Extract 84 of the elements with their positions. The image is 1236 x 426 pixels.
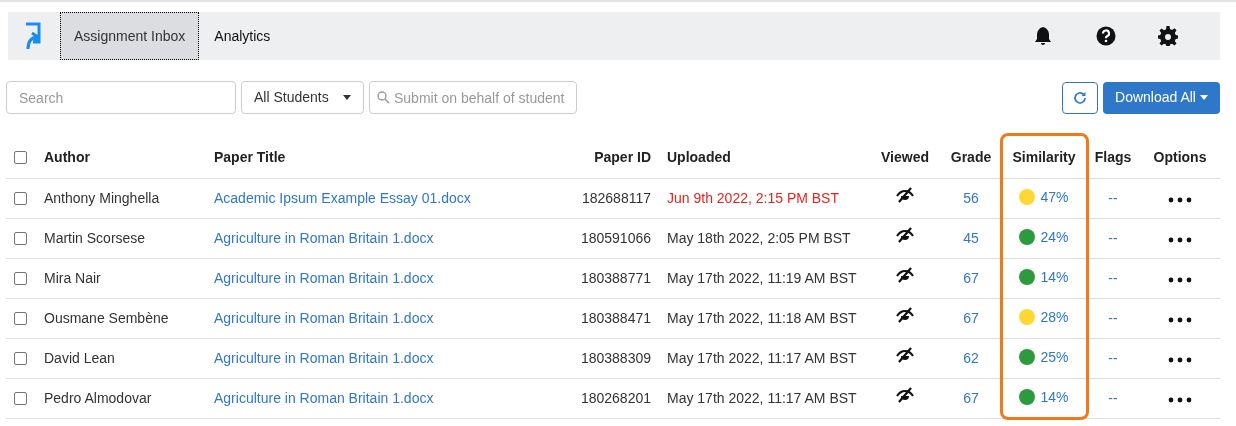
- column-header[interactable]: Viewed: [881, 149, 929, 166]
- paper-title-link[interactable]: Agriculture in Roman Britain 1.docx: [214, 269, 434, 286]
- notification-bell-icon[interactable]: [1033, 26, 1053, 46]
- upload-date: May 17th 2022, 11:19 AM BST: [667, 269, 857, 286]
- upload-date: May 17th 2022, 11:17 AM BST: [667, 349, 857, 366]
- eye-slash-icon: [896, 387, 914, 403]
- paper-id: 180388771: [580, 269, 651, 286]
- paper-title-link[interactable]: Agriculture in Roman Britain 1.docx: [214, 389, 434, 406]
- eye-slash-icon: [896, 347, 914, 363]
- settings-icon[interactable]: [1158, 26, 1178, 46]
- paper-title-link[interactable]: Agriculture in Roman Britain 1.docx: [214, 229, 434, 246]
- nav-tab[interactable]: Assignment Inbox: [60, 12, 200, 60]
- upload-date: May 18th 2022, 2:05 PM BST: [667, 229, 851, 246]
- similarity-link[interactable]: 14%: [1040, 386, 1069, 408]
- paper-title-link[interactable]: Agriculture in Roman Britain 1.docx: [214, 309, 434, 326]
- upload-date: May 17th 2022, 11:18 AM BST: [667, 309, 857, 326]
- grade-link[interactable]: 45: [963, 229, 979, 246]
- grade-link[interactable]: 67: [963, 269, 979, 286]
- search-field[interactable]: Search: [6, 81, 236, 114]
- author-name: David Lean: [44, 349, 115, 366]
- eye-slash-icon: [896, 307, 914, 323]
- paper-id: 180591066: [580, 229, 651, 246]
- nav-tab[interactable]: Analytics: [199, 12, 286, 60]
- author-name: Pedro Almodovar: [44, 389, 152, 406]
- similarity-link[interactable]: 24%: [1040, 226, 1069, 248]
- checkbox[interactable]: [14, 351, 27, 365]
- flags-value: --: [1108, 189, 1118, 206]
- column-header[interactable]: Similarity: [1012, 149, 1076, 166]
- more-options-icon[interactable]: [1168, 316, 1192, 323]
- column-header[interactable]: Uploaded: [667, 149, 731, 166]
- eye-slash-icon: [896, 187, 914, 203]
- author-name: Martin Scorsese: [44, 229, 146, 246]
- paper-id: 180388309: [580, 349, 651, 366]
- column-header[interactable]: Flags: [1094, 149, 1132, 166]
- column-header[interactable]: Paper ID: [594, 149, 651, 166]
- paper-title-link[interactable]: Agriculture in Roman Britain 1.docx: [214, 349, 434, 366]
- caret-icon: [343, 95, 351, 100]
- column-header[interactable]: Grade: [950, 149, 992, 166]
- checkbox[interactable]: [14, 151, 27, 165]
- author-name: Anthony Minghella: [44, 189, 160, 206]
- more-options-icon[interactable]: [1168, 276, 1192, 283]
- paper-id: 180388471: [580, 309, 651, 326]
- upload-date: Jun 9th 2022, 2:15 PM BST: [667, 189, 839, 206]
- submit-on-behalf-field[interactable]: Submit on behalf of student: [369, 81, 577, 114]
- checkbox[interactable]: [14, 231, 27, 245]
- more-options-icon[interactable]: [1168, 196, 1192, 203]
- flags-value: --: [1108, 389, 1118, 406]
- flags-value: --: [1108, 349, 1118, 366]
- grade-link[interactable]: 67: [963, 309, 979, 326]
- more-options-icon[interactable]: [1168, 356, 1192, 363]
- flags-value: --: [1108, 269, 1118, 286]
- author-name: Ousmane Sembène: [44, 309, 169, 326]
- student-filter-dropdown[interactable]: All Students: [241, 81, 364, 114]
- paper-title-link[interactable]: Academic Ipsum Example Essay 01.docx: [214, 189, 471, 206]
- checkbox[interactable]: [14, 271, 27, 285]
- paper-id: 180268201: [580, 389, 651, 406]
- more-options-icon[interactable]: [1168, 236, 1192, 243]
- search-icon: [377, 91, 390, 104]
- column-header[interactable]: Options: [1153, 149, 1207, 166]
- flags-value: --: [1108, 229, 1118, 246]
- grade-link[interactable]: 62: [963, 349, 979, 366]
- caret-icon: [1199, 95, 1208, 100]
- flags-value: --: [1108, 309, 1118, 326]
- author-name: Mira Nair: [44, 269, 101, 286]
- help-icon[interactable]: [1096, 26, 1116, 46]
- grade-link[interactable]: 67: [963, 389, 979, 406]
- checkbox[interactable]: [14, 391, 27, 405]
- checkbox[interactable]: [14, 191, 27, 205]
- upload-date: May 17th 2022, 11:17 AM BST: [667, 389, 857, 406]
- eye-slash-icon: [896, 267, 914, 283]
- column-header[interactable]: Author: [44, 149, 90, 166]
- column-header[interactable]: Paper Title: [214, 149, 286, 166]
- similarity-link[interactable]: 28%: [1040, 306, 1069, 328]
- grade-link[interactable]: 56: [963, 189, 979, 206]
- checkbox[interactable]: [14, 311, 27, 325]
- download-all-button[interactable]: Download All: [1103, 81, 1220, 114]
- more-options-icon[interactable]: [1168, 396, 1192, 403]
- refresh-icon: [1073, 90, 1087, 105]
- similarity-link[interactable]: 14%: [1040, 266, 1069, 288]
- eye-slash-icon: [896, 227, 914, 243]
- refresh-button[interactable]: [1062, 81, 1098, 114]
- paper-id: 182688117: [581, 189, 651, 206]
- similarity-link[interactable]: 47%: [1040, 186, 1069, 208]
- similarity-link[interactable]: 25%: [1040, 346, 1069, 368]
